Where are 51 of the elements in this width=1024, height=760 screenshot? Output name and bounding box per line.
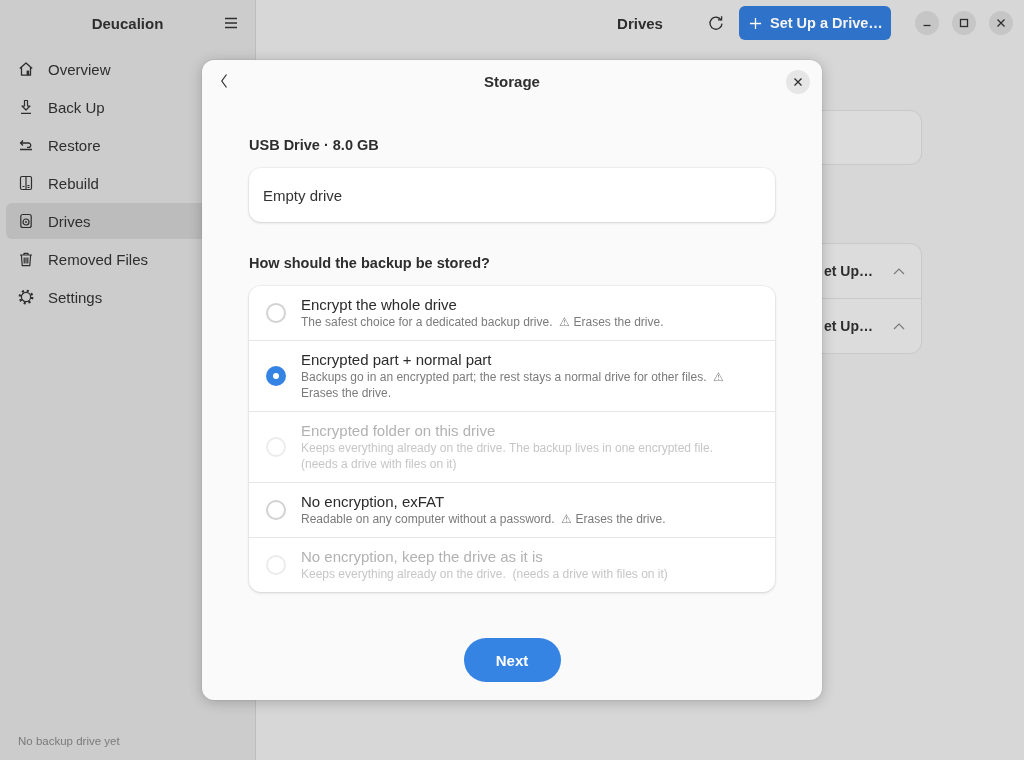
option-title: Encrypted part + normal part	[301, 350, 492, 369]
chevron-up-icon[interactable]	[893, 322, 905, 330]
drive-status-text: Empty drive	[263, 186, 343, 204]
sidebar-item[interactable]: Removed Files	[6, 241, 249, 277]
option-description: Readable on any computer without a password. ⚠ Erases the drive.	[301, 511, 666, 527]
page-title: Drives	[617, 14, 663, 32]
refresh-icon	[708, 15, 724, 31]
panel-icon	[18, 175, 34, 191]
sidebar-item[interactable]: Restore	[6, 127, 249, 163]
home-icon	[18, 61, 34, 77]
option-title: Encrypted folder on this drive	[301, 421, 496, 440]
radio-button[interactable]	[266, 365, 286, 386]
sidebar-item[interactable]: Overview	[6, 51, 249, 87]
maximize-button[interactable]	[952, 11, 976, 35]
option-title: No encryption, exFAT	[301, 492, 445, 511]
refresh-button[interactable]	[708, 15, 724, 31]
option-description: The safest choice for a dedicated backup drive. ⚠ Erases the drive.	[301, 314, 664, 330]
settings-icon	[18, 289, 34, 305]
question-heading: How should the backup be stored?	[249, 254, 490, 272]
option-row[interactable]: Encrypted part + normal part Backups go in an encrypted part; the rest stays a normal drive for other files. ⚠ Erases the drive.	[249, 340, 775, 411]
drive-heading: USB Drive · 8.0 GB	[249, 136, 379, 154]
option-row[interactable]: No encryption, exFAT Readable on any computer without a password. ⚠ Erases the drive.	[249, 482, 775, 537]
menu-icon	[224, 17, 238, 29]
app-title: Deucalion	[91, 14, 164, 32]
option-description: Backups go in an encrypted part; the rest stays a normal drive for other files. ⚠ Erases the drive.	[301, 369, 726, 401]
maximize-icon	[959, 18, 969, 28]
download-icon	[18, 99, 34, 115]
close-button[interactable]	[786, 70, 810, 94]
option-title: Encrypt the whole drive	[301, 295, 457, 314]
sidebar-item[interactable]: Settings	[6, 279, 249, 315]
close-icon	[793, 77, 803, 87]
chevron-up-icon[interactable]	[893, 267, 905, 275]
set-up-drive-button[interactable]: Set Up a Drive…	[739, 6, 891, 40]
undo-icon	[18, 137, 34, 153]
status-text: No backup drive yet	[18, 735, 120, 747]
close-button[interactable]	[989, 11, 1013, 35]
drive-icon	[18, 213, 34, 229]
dialog-title: Storage	[484, 72, 540, 90]
back-icon	[220, 73, 228, 89]
menu-button[interactable]	[224, 17, 238, 29]
option-title: No encryption, keep the drive as it is	[301, 547, 543, 566]
plus-icon	[749, 16, 762, 30]
option-row[interactable]: Encrypt the whole drive The safest choice for a dedicated backup drive. ⚠ Erases the drive.	[249, 286, 775, 340]
next-button[interactable]: Next	[463, 638, 561, 682]
sidebar-item[interactable]: Rebuild	[6, 165, 249, 201]
close-icon	[996, 18, 1006, 28]
row-label: et Up…	[824, 318, 873, 334]
back-button[interactable]	[220, 73, 228, 89]
sidebar-item[interactable]: Back Up	[6, 89, 249, 125]
trash-icon	[18, 251, 34, 267]
row-label: et Up…	[824, 263, 873, 279]
